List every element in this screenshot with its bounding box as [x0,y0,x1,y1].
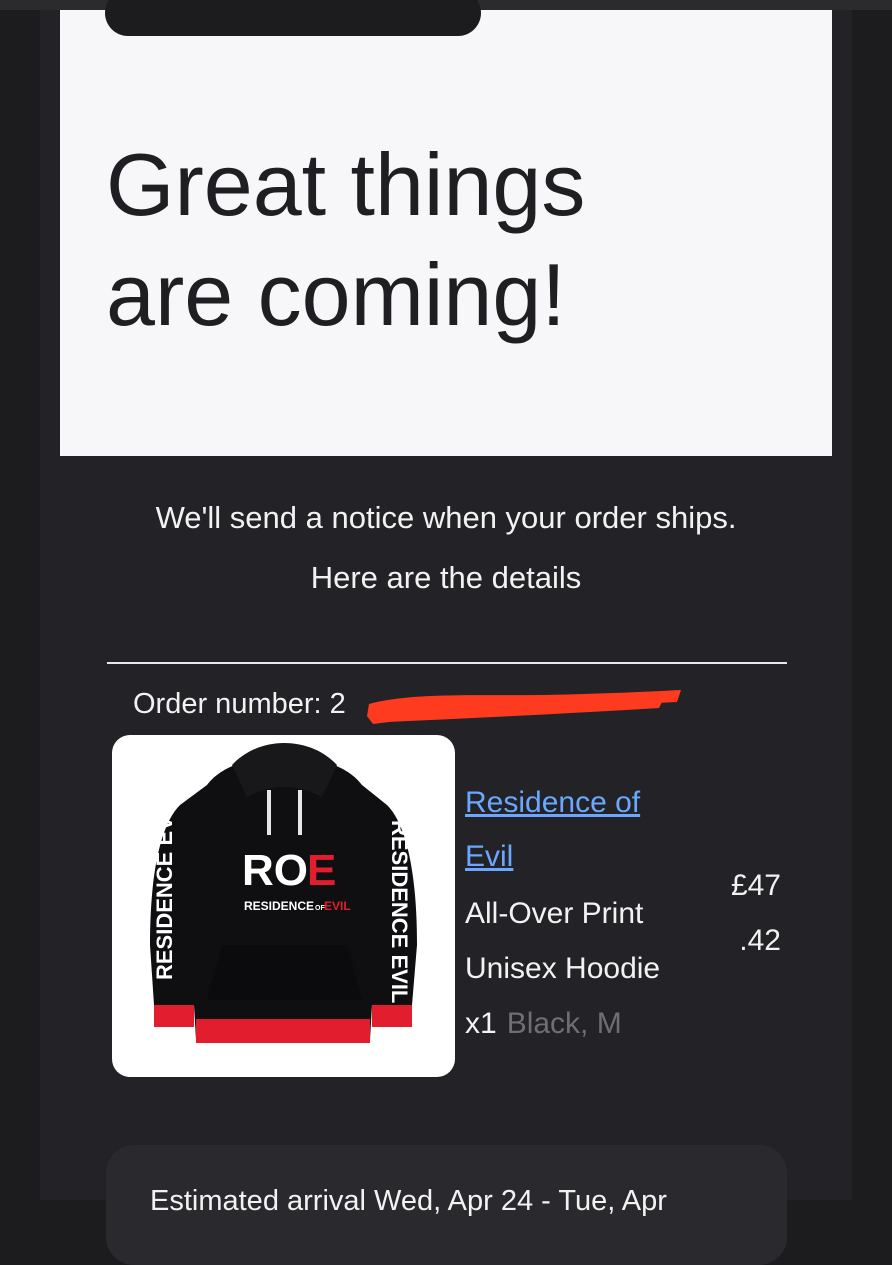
page-title: Great things are coming! [106,130,806,350]
hero-banner: Great things are coming! [60,0,832,456]
price-line1: £47 [730,869,781,902]
headline-line1: Great things [106,135,586,234]
arrival-text: Estimated arrival Wed, Apr 24 - Tue, Apr [150,1185,667,1217]
order-number: Order number: 2 [133,688,346,721]
product-desc-line1: All-Over Print [465,897,644,930]
redaction-mark [367,690,681,724]
product-desc-line2: Unisex Hoodie [465,952,661,985]
variant: Black, M [506,1007,622,1040]
product-image[interactable]: RESIDENCE EVIL RESIDENCE EVIL RO E RESID… [112,735,455,1077]
notice-line1: We'll send a notice when your order ship… [155,500,737,535]
sleeve-left-text: RESIDENCE EVIL [152,797,177,980]
product-qty-variant: x1 Black, M [465,996,705,1051]
product-title-line2: Evil [465,840,514,873]
order-number-value: 2 [329,688,346,720]
ship-notice: We'll send a notice when your order ship… [60,488,832,608]
logo-left: RO [242,846,308,895]
logo-sub-left: RESIDENCE [244,899,314,913]
product-price: £47 .42 [715,858,781,968]
hero-button[interactable] [105,0,481,36]
arrival-card: Estimated arrival Wed, Apr 24 - Tue, Apr [106,1145,787,1265]
quantity: x1 [465,1007,497,1040]
order-number-label: Order number: [133,688,322,720]
hoodie-image: RESIDENCE EVIL RESIDENCE EVIL RO E RESID… [150,743,417,1043]
price-line2: .42 [739,924,781,957]
divider [107,662,787,664]
headline-line2: are coming! [106,245,566,344]
product-title-line1: Residence of [465,786,641,819]
product-description: All-Over Print Unisex Hoodie x1 Black, M [465,886,705,1051]
logo-right: E [307,846,336,895]
product-link[interactable]: Residence of Evil [465,776,705,884]
sleeve-right-text: RESIDENCE EVIL [387,820,412,1003]
logo-sub-right: EVIL [324,899,351,913]
notice-line2: Here are the details [310,560,582,595]
